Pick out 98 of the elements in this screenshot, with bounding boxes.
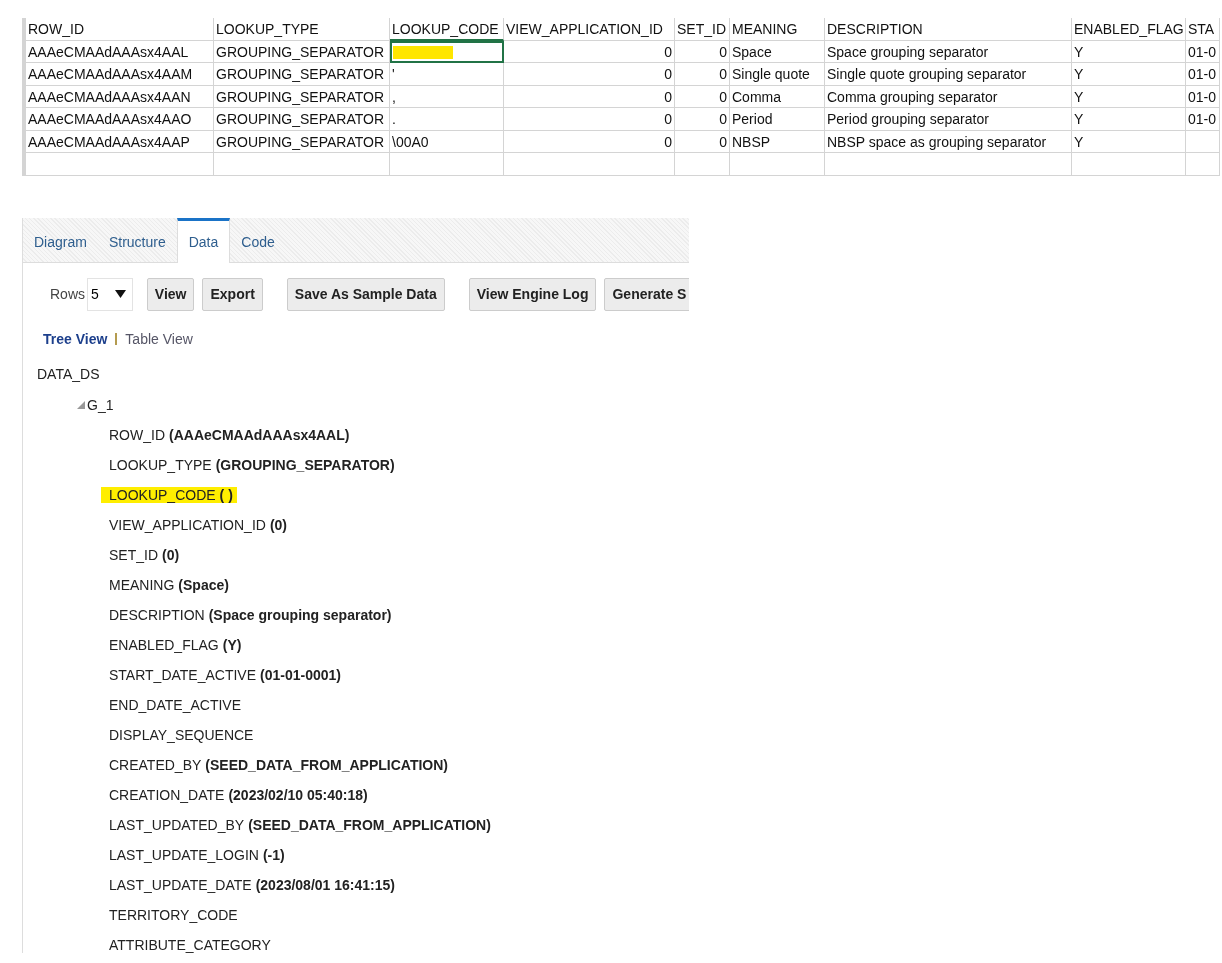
rows-dropdown[interactable]: 5 — [87, 277, 133, 311]
tree-field: VIEW_APPLICATION_ID (0) — [101, 516, 292, 533]
table-cell[interactable]: Y — [1072, 40, 1186, 63]
table-cell[interactable]: AAAeCMAAdAAAsx4AAL — [26, 40, 214, 63]
tree-field: ROW_ID (AAAeCMAAdAAAsx4AAL) — [101, 426, 354, 443]
table-cell[interactable]: 01-0 — [1186, 40, 1220, 63]
toolbar-button[interactable]: Save As Sample Data — [286, 277, 445, 311]
column-header[interactable]: LOOKUP_CODE — [390, 18, 504, 41]
tree-field: MEANING (Space) — [101, 576, 233, 593]
table-cell[interactable]: GROUPING_SEPARATOR — [214, 130, 390, 153]
tab[interactable]: Diagram — [23, 221, 98, 262]
column-header[interactable]: LOOKUP_TYPE — [214, 18, 390, 41]
tree-field: END_DATE_ACTIVE — [101, 696, 245, 713]
table-cell[interactable]: 0 — [675, 108, 730, 131]
table-cell[interactable]: Single quote grouping separator — [825, 63, 1072, 86]
column-header[interactable]: VIEW_APPLICATION_ID — [504, 18, 675, 41]
column-header[interactable]: SET_ID — [675, 18, 730, 41]
tree-field: DISPLAY_SEQUENCE — [101, 726, 258, 743]
empty-cell[interactable] — [214, 153, 390, 176]
table-cell[interactable]: GROUPING_SEPARATOR — [214, 40, 390, 63]
table-cell[interactable]: Y — [1072, 108, 1186, 131]
tree-field: CREATION_DATE (2023/02/10 05:40:18) — [101, 786, 372, 803]
table-cell[interactable]: 0 — [675, 85, 730, 108]
tab[interactable]: Code — [230, 221, 286, 262]
table-cell[interactable]: Y — [1072, 130, 1186, 153]
table-cell[interactable]: 0 — [675, 40, 730, 63]
tab[interactable]: Structure — [97, 221, 177, 262]
table-cell[interactable]: AAAeCMAAdAAAsx4AAP — [26, 130, 214, 153]
table-cell[interactable]: GROUPING_SEPARATOR — [214, 63, 390, 86]
toolbar-button[interactable]: View — [146, 277, 195, 311]
table-cell[interactable]: Comma — [730, 85, 825, 108]
column-header[interactable]: STA — [1186, 18, 1220, 41]
table-cell[interactable]: 01-0 — [1186, 108, 1220, 131]
table-cell[interactable]: 0 — [504, 85, 675, 108]
table-cell[interactable]: AAAeCMAAdAAAsx4AAM — [26, 63, 214, 86]
table-cell[interactable]: 0 — [675, 130, 730, 153]
toolbar-button[interactable]: Generate S — [604, 277, 689, 311]
table-cell[interactable]: Space — [730, 40, 825, 63]
empty-cell[interactable] — [675, 153, 730, 176]
table-cell[interactable]: 0 — [504, 130, 675, 153]
dropdown-caret-icon — [114, 290, 126, 298]
toolbar-button[interactable]: Export — [202, 277, 263, 311]
table-cell[interactable]: Period — [730, 108, 825, 131]
table-cell[interactable]: \00A0 — [390, 130, 504, 153]
tree-field: ENABLED_FLAG (Y) — [101, 636, 246, 653]
table-cell[interactable]: Period grouping separator — [825, 108, 1072, 131]
column-header[interactable]: ROW_ID — [26, 18, 214, 41]
tree-root-label: DATA_DS — [36, 364, 101, 382]
toolbar-button[interactable]: View Engine Log — [468, 277, 597, 311]
table-cell[interactable]: AAAeCMAAdAAAsx4AAN — [26, 85, 214, 108]
tree-field: ATTRIBUTE_CATEGORY — [101, 936, 275, 953]
tree-field: LAST_UPDATE_DATE (2023/08/01 16:41:15) — [101, 876, 399, 893]
tree-node-label: G_1 — [87, 396, 114, 413]
table-cell[interactable]: Space grouping separator — [825, 40, 1072, 63]
table-cell[interactable] — [1186, 130, 1220, 153]
table-cell[interactable]: NBSP space as grouping separator — [825, 130, 1072, 153]
empty-cell[interactable] — [504, 153, 675, 176]
table-cell[interactable]: 01-0 — [1186, 63, 1220, 86]
empty-cell[interactable] — [1072, 153, 1186, 176]
view-link[interactable]: Table View — [125, 330, 193, 347]
table-cell[interactable]: 0 — [504, 63, 675, 86]
table-cell[interactable]: ' — [390, 63, 504, 86]
table-cell[interactable]: Comma grouping separator — [825, 85, 1072, 108]
tree-field: SET_ID (0) — [101, 546, 184, 563]
tree-field: TERRITORY_CODE — [101, 906, 242, 923]
empty-cell[interactable] — [26, 153, 214, 176]
tree-field: START_DATE_ACTIVE (01-01-0001) — [101, 666, 345, 683]
tree-field: CREATED_BY (SEED_DATA_FROM_APPLICATION) — [101, 756, 452, 773]
table-cell[interactable]: AAAeCMAAdAAAsx4AAO — [26, 108, 214, 131]
tree-field: LOOKUP_TYPE (GROUPING_SEPARATOR) — [101, 456, 399, 473]
table-cell[interactable]: NBSP — [730, 130, 825, 153]
column-header[interactable]: DESCRIPTION — [825, 18, 1072, 41]
tree-field: DESCRIPTION (Space grouping separator) — [101, 606, 396, 623]
table-cell[interactable]: 0 — [504, 108, 675, 131]
column-header[interactable]: ENABLED_FLAG — [1072, 18, 1186, 41]
table-cell[interactable]: , — [390, 85, 504, 108]
table-cell[interactable]: 0 — [504, 40, 675, 63]
table-cell[interactable]: GROUPING_SEPARATOR — [214, 85, 390, 108]
empty-cell[interactable] — [1186, 153, 1220, 176]
tree-field: LAST_UPDATED_BY (SEED_DATA_FROM_APPLICATION) — [101, 816, 495, 833]
tree-field: LOOKUP_CODE ( ) — [101, 486, 237, 503]
empty-cell[interactable] — [390, 153, 504, 176]
table-cell[interactable]: . — [390, 108, 504, 131]
column-header[interactable]: MEANING — [730, 18, 825, 41]
expand-triangle-icon[interactable] — [77, 400, 85, 409]
table-cell[interactable] — [390, 40, 504, 63]
tree-field: LAST_UPDATE_LOGIN (-1) — [101, 846, 289, 863]
table-cell[interactable]: Single quote — [730, 63, 825, 86]
tab[interactable]: Data — [176, 217, 231, 263]
view-link[interactable]: Tree View — [43, 330, 108, 347]
rows-label: Rows — [50, 286, 85, 302]
empty-cell[interactable] — [730, 153, 825, 176]
table-cell[interactable]: Y — [1072, 63, 1186, 86]
table-cell[interactable]: 01-0 — [1186, 85, 1220, 108]
table-cell[interactable]: 0 — [675, 63, 730, 86]
table-cell[interactable]: GROUPING_SEPARATOR — [214, 108, 390, 131]
empty-cell[interactable] — [825, 153, 1072, 176]
table-cell[interactable]: Y — [1072, 85, 1186, 108]
